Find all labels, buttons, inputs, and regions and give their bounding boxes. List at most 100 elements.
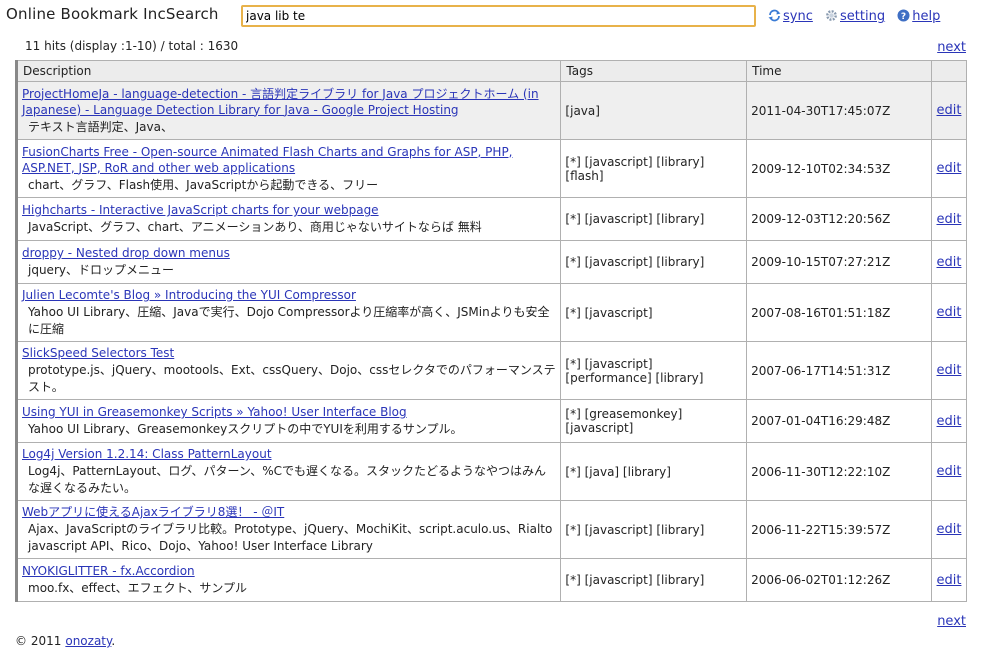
next-page-link-top[interactable]: next <box>937 40 966 55</box>
bookmark-title-link[interactable]: Log4j Version 1.2.14: Class PatternLayou… <box>22 447 272 461</box>
search-input[interactable] <box>241 5 756 27</box>
table-header-row: Description Tags Time <box>15 60 968 82</box>
sync-icon <box>768 9 781 22</box>
bookmark-note: prototype.js、jQuery、mootools、Ext、cssQuer… <box>28 363 556 394</box>
column-header-description: Description <box>15 60 562 82</box>
help-label: help <box>912 9 941 24</box>
action-cell: edit <box>930 399 968 443</box>
edit-link[interactable]: edit <box>937 255 962 270</box>
edit-link[interactable]: edit <box>937 305 962 320</box>
sync-label: sync <box>783 9 813 24</box>
table-row[interactable]: NYOKIGLITTER - fx.Accordion moo.fx、effect… <box>15 558 968 602</box>
copyright-text: © 2011 <box>15 634 62 648</box>
description-cell: droppy - Nested drop down menus jquery、ドロ… <box>15 240 562 284</box>
description-cell: Using YUI in Greasemonkey Scripts » Yaho… <box>15 399 562 443</box>
description-cell: Log4j Version 1.2.14: Class PatternLayou… <box>15 442 562 501</box>
edit-link[interactable]: edit <box>937 573 962 588</box>
bookmark-note: moo.fx、effect、エフェクト、サンプル <box>28 581 248 595</box>
bookmark-note: jquery、ドロップメニュー <box>28 263 174 277</box>
bookmark-title-link[interactable]: NYOKIGLITTER - fx.Accordion <box>22 564 195 578</box>
bookmark-title-link[interactable]: FusionCharts Free - Open-source Animated… <box>22 145 513 175</box>
top-links: sync setting ? help <box>768 9 948 24</box>
column-header-time: Time <box>746 60 932 82</box>
time-cell: 2009-10-15T07:27:21Z <box>746 240 932 284</box>
bookmark-note: テキスト言語判定、Java、 <box>28 119 173 134</box>
gear-icon <box>825 9 838 22</box>
edit-link[interactable]: edit <box>937 414 962 429</box>
edit-link[interactable]: edit <box>937 103 962 118</box>
time-cell: 2007-06-17T14:51:31Z <box>746 341 932 400</box>
tags-cell: [*] [javascript] <box>560 283 748 342</box>
next-page-link-bottom[interactable]: next <box>937 614 966 629</box>
tags-cell: [*] [javascript] [library] <box>560 558 748 602</box>
time-cell: 2011-04-30T17:45:07Z <box>746 81 932 140</box>
footer: © 2011 onozaty. <box>15 634 115 648</box>
edit-link[interactable]: edit <box>937 161 962 176</box>
bookmark-title-link[interactable]: SlickSpeed Selectors Test <box>22 346 174 360</box>
setting-label: setting <box>840 9 886 24</box>
tags-cell: [*] [javascript] [library] [flash] <box>560 139 748 198</box>
tags-cell: [*] [javascript] [performance] [library] <box>560 341 748 400</box>
table-row[interactable]: Julien Lecomte's Blog » Introducing the … <box>15 283 968 342</box>
description-cell: Webアプリに使えるAjaxライブラリ8選！ - ＠IT Ajax、JavaScr… <box>15 500 562 559</box>
tags-cell: [java] <box>560 81 748 140</box>
tags-cell: [*] [java] [library] <box>560 442 748 501</box>
tags-cell: [*] [javascript] [library] <box>560 197 748 241</box>
author-link[interactable]: onozaty <box>65 634 111 648</box>
description-cell: Highcharts - Interactive JavaScript char… <box>15 197 562 241</box>
help-link[interactable]: ? help <box>897 9 940 24</box>
bookmark-title-link[interactable]: droppy - Nested drop down menus <box>22 246 230 260</box>
tags-cell: [*] [javascript] [library] <box>560 500 748 559</box>
app-title: Online Bookmark IncSearch <box>6 5 219 23</box>
time-cell: 2009-12-03T12:20:56Z <box>746 197 932 241</box>
table-row[interactable]: Webアプリに使えるAjaxライブラリ8選！ - ＠IT Ajax、JavaScr… <box>15 500 968 559</box>
time-cell: 2006-06-02T01:12:26Z <box>746 558 932 602</box>
bookmark-note: Ajax、JavaScriptのライブラリ比較。Prototype、jQuery… <box>28 522 553 553</box>
hit-summary: 11 hits (display :1-10) / total : 1630 <box>25 39 239 53</box>
action-cell: edit <box>930 341 968 400</box>
table-row[interactable]: Using YUI in Greasemonkey Scripts » Yaho… <box>15 399 968 443</box>
bookmark-title-link[interactable]: Julien Lecomte's Blog » Introducing the … <box>22 288 356 302</box>
description-cell: ProjectHomeJa - language-detection - 言語判… <box>15 81 562 140</box>
sync-link[interactable]: sync <box>768 9 813 24</box>
description-cell: NYOKIGLITTER - fx.Accordion moo.fx、effect… <box>15 558 562 602</box>
table-row[interactable]: droppy - Nested drop down menus jquery、ドロ… <box>15 240 968 284</box>
time-cell: 2007-01-04T16:29:48Z <box>746 399 932 443</box>
edit-link[interactable]: edit <box>937 363 962 378</box>
action-cell: edit <box>930 500 968 559</box>
bookmark-title-link[interactable]: ProjectHomeJa - language-detection - 言語判… <box>22 87 539 117</box>
bookmark-title-link[interactable]: Webアプリに使えるAjaxライブラリ8選！ - ＠IT <box>22 505 284 519</box>
setting-link[interactable]: setting <box>825 9 885 24</box>
bookmark-note: JavaScript、グラフ、chart、アニメーションあり、商用じゃないサイト… <box>28 220 482 234</box>
tags-cell: [*] [javascript] [library] <box>560 240 748 284</box>
action-cell: edit <box>930 197 968 241</box>
table-row[interactable]: ProjectHomeJa - language-detection - 言語判… <box>15 81 968 140</box>
description-cell: FusionCharts Free - Open-source Animated… <box>15 139 562 198</box>
time-cell: 2009-12-10T02:34:53Z <box>746 139 932 198</box>
action-cell: edit <box>930 558 968 602</box>
time-cell: 2007-08-16T01:51:18Z <box>746 283 932 342</box>
footer-suffix: . <box>111 634 116 648</box>
bookmark-title-link[interactable]: Highcharts - Interactive JavaScript char… <box>22 203 379 217</box>
table-row[interactable]: Log4j Version 1.2.14: Class PatternLayou… <box>15 442 968 501</box>
action-cell: edit <box>930 240 968 284</box>
action-cell: edit <box>930 283 968 342</box>
svg-text:?: ? <box>901 12 906 22</box>
edit-link[interactable]: edit <box>937 522 962 537</box>
results-table: Description Tags Time ProjectHomeJa - la… <box>15 60 968 602</box>
bookmark-title-link[interactable]: Using YUI in Greasemonkey Scripts » Yaho… <box>22 405 407 419</box>
bookmark-note: Log4j、PatternLayout、ログ、パターン、%Cでも遅くなる。スタッ… <box>28 464 546 495</box>
action-cell: edit <box>930 442 968 501</box>
table-row[interactable]: FusionCharts Free - Open-source Animated… <box>15 139 968 198</box>
time-cell: 2006-11-22T15:39:57Z <box>746 500 932 559</box>
table-row[interactable]: SlickSpeed Selectors Test prototype.js、jQ… <box>15 341 968 400</box>
edit-link[interactable]: edit <box>937 464 962 479</box>
table-row[interactable]: Highcharts - Interactive JavaScript char… <box>15 197 968 241</box>
bookmark-note: chart、グラフ、Flash使用、JavaScriptから起動できる、フリー <box>28 177 379 192</box>
edit-link[interactable]: edit <box>937 212 962 227</box>
bookmark-note: Yahoo UI Library、Greasemonkeyスクリプトの中でYUI… <box>28 422 463 436</box>
action-cell: edit <box>930 139 968 198</box>
action-cell: edit <box>930 81 968 140</box>
column-header-action <box>930 60 968 82</box>
description-cell: SlickSpeed Selectors Test prototype.js、jQ… <box>15 341 562 400</box>
